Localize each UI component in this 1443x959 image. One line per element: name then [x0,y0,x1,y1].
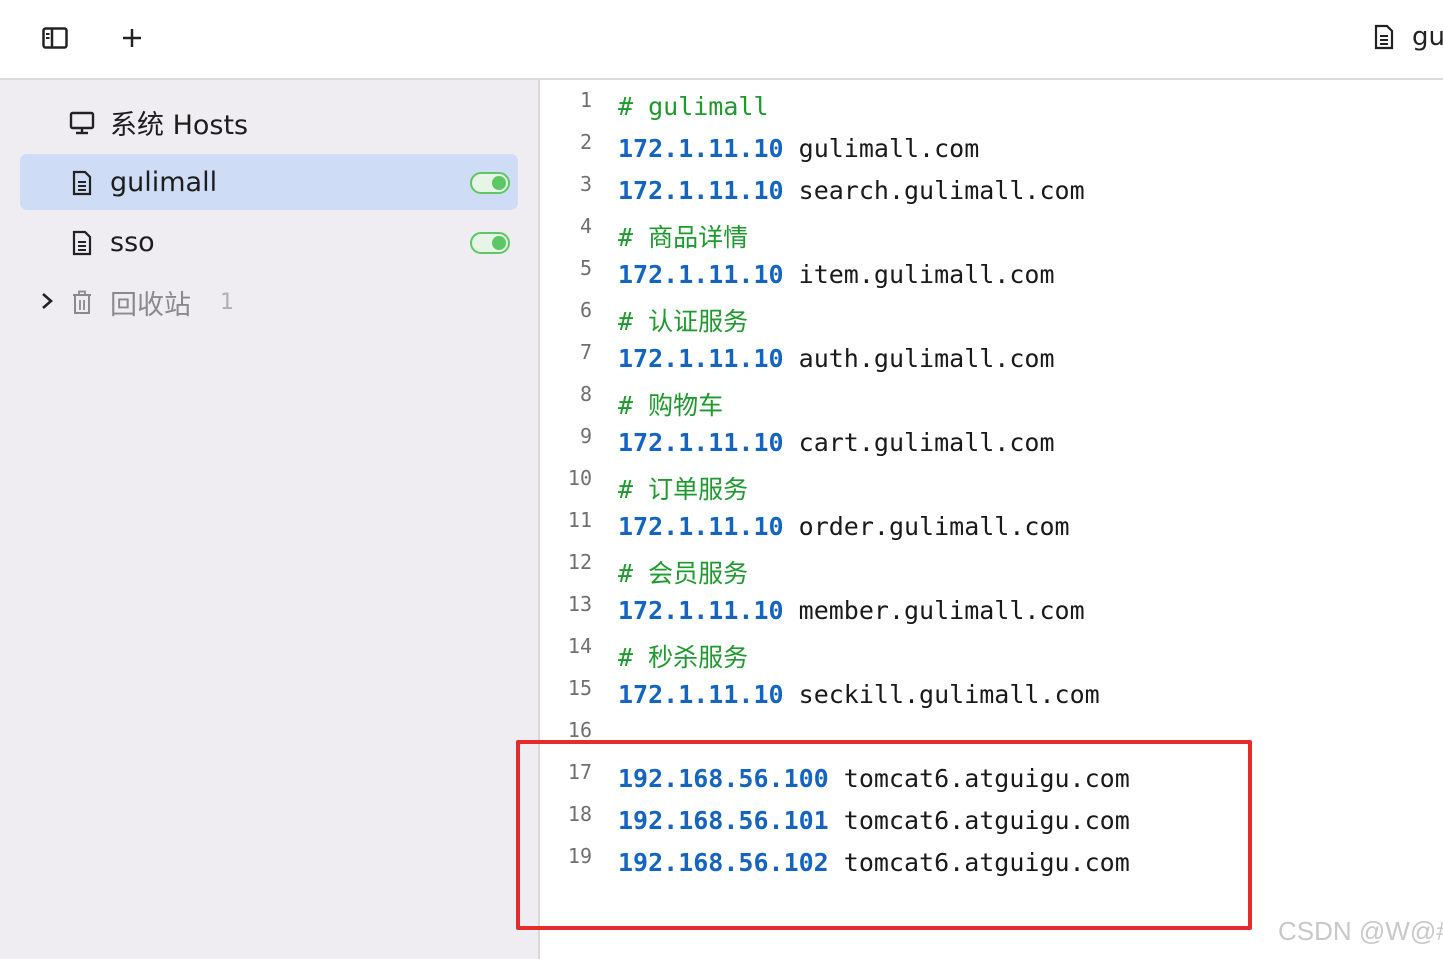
editor-line: 8 # 购物车 [540,380,1443,422]
ip-address: 172.1.11.10 [618,428,784,457]
line-number: 12 [567,550,592,574]
comment-text: # 订单服务 [618,475,749,504]
hostname: seckill.gulimall.com [798,680,1100,709]
hostname: cart.gulimall.com [798,428,1055,457]
line-number: 19 [567,844,592,868]
comment-text: # 商品详情 [618,223,749,252]
hostname: member.gulimall.com [798,596,1085,625]
hostname: tomcat6.atguigu.com [843,764,1130,793]
line-number: 15 [567,676,592,700]
sidebar-item-trash[interactable]: 回收站 1 [20,274,518,330]
line-number: 18 [567,802,592,826]
hostname: tomcat6.atguigu.com [843,848,1130,877]
ip-address: 192.168.56.100 [618,764,829,793]
file-tab-label: gu [1412,22,1443,52]
ip-address: 172.1.11.10 [618,134,784,163]
file-icon [68,169,96,197]
editor-line: 13 172.1.11.10 member.gulimall.com [540,590,1443,632]
toolbar: gu [0,0,1443,80]
editor-line: 10 # 订单服务 [540,464,1443,506]
comment-text: # 购物车 [618,391,724,420]
ip-address: 172.1.11.10 [618,596,784,625]
add-button[interactable] [114,20,150,56]
editor-line: 1 # gulimall [540,86,1443,128]
hostname: order.gulimall.com [798,512,1070,541]
hostname: tomcat6.atguigu.com [843,806,1130,835]
trash-icon [68,289,96,317]
editor-line: 19 192.168.56.102 tomcat6.atguigu.com [540,842,1443,884]
editor-line: 4 # 商品详情 [540,212,1443,254]
chevron-right-icon[interactable] [40,289,54,317]
line-number: 9 [579,424,592,448]
editor-line: 11 172.1.11.10 order.gulimall.com [540,506,1443,548]
editor-line: 5 172.1.11.10 item.gulimall.com [540,254,1443,296]
ip-address: 192.168.56.102 [618,848,829,877]
line-number: 13 [567,592,592,616]
line-number: 3 [579,172,592,196]
line-number: 14 [567,634,592,658]
sidebar-item-label: 系统 Hosts [110,109,249,141]
line-number: 7 [579,340,592,364]
file-icon [68,229,96,257]
editor-line: 3 172.1.11.10 search.gulimall.com [540,170,1443,212]
ip-address: 172.1.11.10 [618,512,784,541]
ip-address: 172.1.11.10 [618,680,784,709]
hostname: auth.gulimall.com [798,344,1055,373]
gulimall-enable-toggle[interactable] [470,172,510,194]
editor-line: 7 172.1.11.10 auth.gulimall.com [540,338,1443,380]
sidebar-layout-icon [42,27,68,49]
editor-line: 14 # 秒杀服务 [540,632,1443,674]
ip-address: 172.1.11.10 [618,260,784,289]
editor-line: 6 # 认证服务 [540,296,1443,338]
monitor-icon [68,109,96,137]
editor-line: 15 172.1.11.10 seckill.gulimall.com [540,674,1443,716]
editor-line: 12 # 会员服务 [540,548,1443,590]
ip-address: 172.1.11.10 [618,344,784,373]
plus-icon [123,29,141,47]
line-number: 17 [567,760,592,784]
line-number: 11 [567,508,592,532]
sidebar-item-gulimall[interactable]: gulimall [20,154,518,210]
ip-address: 192.168.56.101 [618,806,829,835]
line-number: 1 [579,88,592,112]
hosts-editor[interactable]: 1 # gulimall 2 172.1.11.10 gulimall.com 3 1… [540,80,1443,959]
comment-text: # 秒杀服务 [618,643,749,672]
sidebar-item-sso[interactable]: sso [20,214,518,270]
sso-enable-toggle[interactable] [470,232,510,254]
sidebar-item-label: gulimall [110,166,218,198]
line-number: 2 [579,130,592,154]
line-number: 4 [579,214,592,238]
line-number: 10 [567,466,592,490]
line-number: 5 [579,256,592,280]
sidebar-item-system-hosts[interactable]: 系统 Hosts [20,94,518,150]
line-number: 8 [579,382,592,406]
line-number: 6 [579,298,592,322]
comment-text: # 认证服务 [618,307,749,336]
editor-line: 16 [540,716,1443,758]
editor-line: 2 172.1.11.10 gulimall.com [540,128,1443,170]
trash-count-badge: 1 [220,289,234,315]
watermark: CSDN @W@# [1278,916,1443,946]
sidebar-item-label: 回收站 [110,289,191,321]
sidebar: 系统 Hosts gulimall sso 回收站 1 [0,80,540,959]
file-icon [1374,24,1394,50]
comment-text: # 会员服务 [618,559,749,588]
sidebar-item-label: sso [110,226,155,258]
hostname: search.gulimall.com [798,176,1085,205]
current-file-tab[interactable]: gu [1374,22,1443,52]
editor-line: 17 192.168.56.100 tomcat6.atguigu.com [540,758,1443,800]
editor-line: 18 192.168.56.101 tomcat6.atguigu.com [540,800,1443,842]
line-number: 16 [567,718,592,742]
comment-text: # gulimall [618,92,769,121]
hostname: item.gulimall.com [798,260,1055,289]
ip-address: 172.1.11.10 [618,176,784,205]
toggle-sidebar-button[interactable] [37,20,73,56]
hostname: gulimall.com [798,134,980,163]
editor-line: 9 172.1.11.10 cart.gulimall.com [540,422,1443,464]
